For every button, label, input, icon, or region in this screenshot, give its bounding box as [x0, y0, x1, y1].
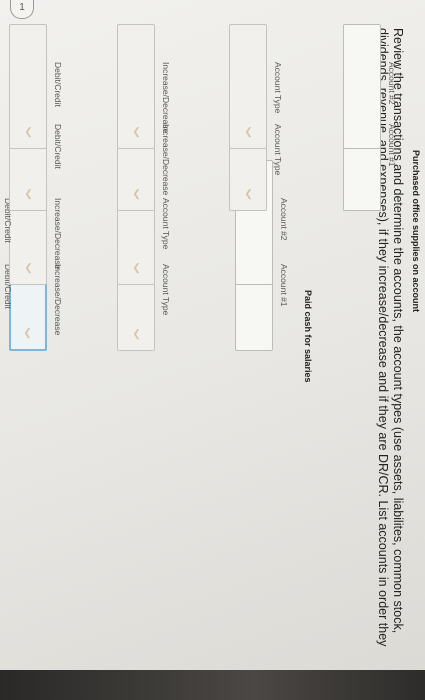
increase-decrease-label: Increase/Decrease — [53, 198, 63, 270]
transaction-heading: Paid cash for salaries — [303, 290, 313, 383]
chevron-down-icon: ❯ — [23, 327, 32, 339]
photo-sheet: 1 Review the transactions and determine … — [0, 0, 425, 670]
increase-decrease-label: Increase/Decrease — [161, 62, 171, 134]
transaction-heading: Purchased office supplies on account — [411, 150, 421, 313]
chevron-down-icon: ❯ — [132, 262, 141, 274]
chevron-down-icon: ❯ — [24, 262, 33, 274]
account-label: Account #1 — [279, 264, 289, 307]
question-panel: Review the transactions and determine th… — [0, 0, 425, 670]
chevron-down-icon: ❯ — [132, 328, 141, 340]
account-type-select[interactable]: ❯ — [229, 24, 267, 149]
chevron-down-icon: ❯ — [244, 188, 253, 200]
account-type-label: Account Type — [273, 124, 283, 176]
chevron-down-icon: ❯ — [132, 188, 141, 200]
debit-credit-label: Debit/Credit — [53, 62, 63, 107]
chevron-down-icon: ❯ — [244, 126, 253, 138]
debit-credit-label: Debit/Credit — [53, 124, 63, 169]
account-label: Account #2 — [387, 62, 397, 105]
increase-decrease-select[interactable]: ❯ — [117, 24, 155, 149]
account-type-label: Account Type — [273, 62, 283, 114]
increase-decrease-label: Increase/Decrease — [161, 124, 171, 196]
increase-decrease-label: Increase/Decrease — [53, 264, 63, 336]
chevron-down-icon: ❯ — [24, 126, 33, 138]
account-type-label: Account Type — [161, 198, 171, 250]
account-label: Account #2 — [279, 198, 289, 241]
chevron-down-icon: ❯ — [132, 126, 141, 138]
laptop-bezel — [0, 670, 425, 700]
account-type-label: Account Type — [161, 264, 171, 316]
account-input[interactable] — [343, 24, 381, 149]
chevron-down-icon: ❯ — [24, 188, 33, 200]
account-label: Account #1 — [387, 124, 397, 167]
debit-credit-select[interactable]: ❯ — [9, 24, 47, 149]
